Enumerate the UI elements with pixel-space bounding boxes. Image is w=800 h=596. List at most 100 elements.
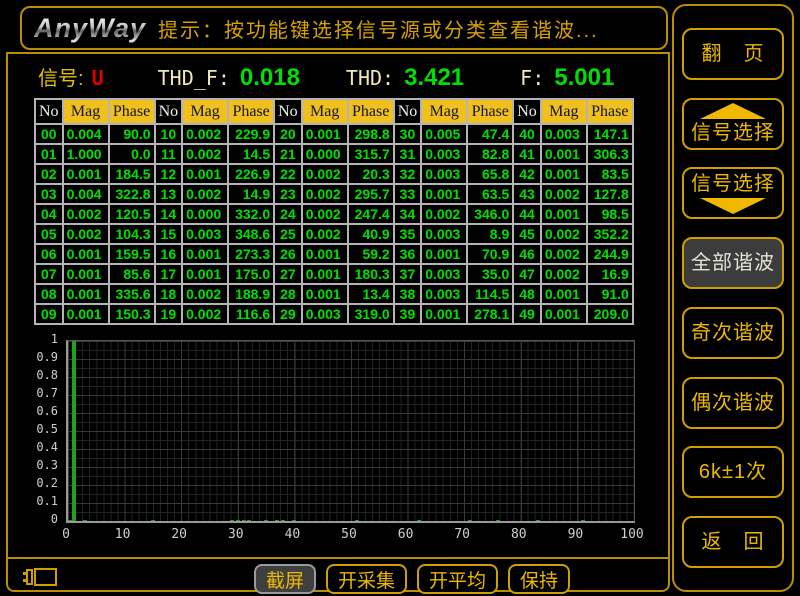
harmonic-mag-cell: 0.002 [541, 184, 587, 204]
harmonic-no-cell: 00 [35, 124, 63, 144]
table-row: 040.002120.5140.000332.0240.002247.4340.… [35, 204, 633, 224]
x-axis-tick-label: 80 [501, 527, 537, 542]
y-axis-tick-label: 0.8 [10, 368, 58, 382]
battery-icon [22, 567, 58, 587]
harmonic-no-cell: 01 [35, 144, 63, 164]
odd-harmonics-button[interactable]: 奇次谐波 [682, 307, 784, 359]
harmonic-phase-cell: 127.8 [587, 184, 633, 204]
signal-label: 信号: [38, 62, 84, 91]
harmonic-phase-cell: 16.9 [587, 264, 633, 284]
thdf-label: THD_F: [158, 66, 230, 90]
harmonic-mag-cell: 1.000 [63, 144, 109, 164]
harmonic-no-cell: 48 [513, 284, 541, 304]
harmonic-phase-cell: 335.6 [109, 284, 155, 304]
harmonic-phase-cell: 114.5 [467, 284, 513, 304]
harmonic-mag-cell: 0.003 [421, 164, 467, 184]
y-axis-tick-label: 0.9 [10, 350, 58, 364]
harmonic-mag-cell: 0.001 [541, 164, 587, 184]
col-header-phase: Phase [587, 99, 633, 124]
6k-plus-minus-1-button[interactable]: 6k±1次 [682, 446, 784, 498]
harmonic-bar [83, 520, 87, 521]
title-bar: AnyWay 提示：按功能键选择信号源或分类查看谐波... [20, 6, 668, 50]
harmonics-table-body: 000.00490.0100.002229.9200.001298.8300.0… [35, 124, 633, 324]
col-header-no: No [155, 99, 183, 124]
harmonic-no-cell: 27 [274, 264, 302, 284]
harmonic-mag-cell: 0.003 [421, 224, 467, 244]
x-axis-tick-label: 0 [48, 527, 84, 542]
harmonic-mag-cell: 0.003 [541, 124, 587, 144]
harmonic-bar [355, 520, 359, 521]
harmonic-phase-cell: 322.8 [109, 184, 155, 204]
freq-value: 5.001 [554, 64, 614, 92]
harmonic-phase-cell: 346.0 [467, 204, 513, 224]
harmonic-no-cell: 33 [394, 184, 422, 204]
harmonic-no-cell: 32 [394, 164, 422, 184]
harmonic-mag-cell: 0.005 [421, 124, 467, 144]
harmonic-mag-cell: 0.001 [302, 284, 348, 304]
sidebar: 翻 页信号选择信号选择全部谐波奇次谐波偶次谐波6k±1次返 回 [672, 4, 794, 592]
harmonic-mag-cell: 0.002 [182, 144, 228, 164]
status-row: 信号: U THD_F: 0.018 THD: 3.421 F: 5.001 [38, 62, 614, 92]
harmonic-no-cell: 02 [35, 164, 63, 184]
table-row: 050.002104.3150.003348.6250.00240.9350.0… [35, 224, 633, 244]
harmonic-mag-cell: 0.002 [541, 264, 587, 284]
harmonic-phase-cell: 98.5 [587, 204, 633, 224]
x-axis-tick-label: 90 [557, 527, 593, 542]
harmonic-phase-cell: 229.9 [228, 124, 274, 144]
harmonic-mag-cell: 0.002 [302, 224, 348, 244]
harmonic-mag-cell: 0.002 [541, 244, 587, 264]
harmonic-no-cell: 22 [274, 164, 302, 184]
harmonic-bar [417, 520, 421, 521]
thdf-value: 0.018 [240, 64, 300, 92]
harmonic-no-cell: 34 [394, 204, 422, 224]
hold-button[interactable]: 保持 [508, 564, 570, 594]
harmonic-bar [581, 520, 585, 521]
harmonic-phase-cell: 40.9 [348, 224, 394, 244]
harmonic-bar [230, 520, 234, 521]
table-row: 011.0000.0110.00214.5210.000315.7310.003… [35, 144, 633, 164]
x-axis-tick-label: 30 [218, 527, 254, 542]
harmonic-phase-cell: 13.4 [348, 284, 394, 304]
harmonic-no-cell: 46 [513, 244, 541, 264]
return-button[interactable]: 返 回 [682, 516, 784, 568]
harmonic-bar [292, 520, 296, 521]
harmonic-mag-cell: 0.003 [421, 264, 467, 284]
harmonic-no-cell: 23 [274, 184, 302, 204]
page-turn-button[interactable]: 翻 页 [682, 28, 784, 80]
all-harmonics-button[interactable]: 全部谐波 [682, 237, 784, 289]
harmonic-phase-cell: 306.3 [587, 144, 633, 164]
start-averaging-button[interactable]: 开平均 [417, 564, 498, 594]
triangle-down-icon [700, 198, 766, 214]
table-row: 060.001159.5160.001273.3260.00159.2360.0… [35, 244, 633, 264]
app-screen: AnyWay 提示：按功能键选择信号源或分类查看谐波... 信号: U THD_… [0, 0, 800, 596]
harmonic-mag-cell: 0.002 [182, 284, 228, 304]
harmonic-phase-cell: 85.6 [109, 264, 155, 284]
harmonic-phase-cell: 298.8 [348, 124, 394, 144]
table-row: 030.004322.8130.00214.9230.002295.7330.0… [35, 184, 633, 204]
harmonic-no-cell: 37 [394, 264, 422, 284]
harmonic-phase-cell: 35.0 [467, 264, 513, 284]
bottom-strip: 截屏开采集开平均保持 [8, 557, 668, 590]
start-acquisition-button[interactable]: 开采集 [326, 564, 407, 594]
harmonic-phase-cell: 315.7 [348, 144, 394, 164]
table-row: 070.00185.6170.001175.0270.001180.3370.0… [35, 264, 633, 284]
button-label: 信号选择 [691, 122, 775, 144]
harmonic-no-cell: 42 [513, 164, 541, 184]
harmonic-bar [281, 520, 285, 521]
button-label: 信号选择 [691, 173, 775, 195]
harmonic-phase-cell: 8.9 [467, 224, 513, 244]
harmonic-mag-cell: 0.003 [421, 284, 467, 304]
signal-select-down-button[interactable]: 信号选择 [682, 167, 784, 219]
harmonic-bar [247, 520, 251, 521]
signal-select-up-button[interactable]: 信号选择 [682, 98, 784, 150]
col-header-phase: Phase [109, 99, 155, 124]
harmonic-no-cell: 28 [274, 284, 302, 304]
harmonic-mag-cell: 0.001 [302, 124, 348, 144]
harmonic-no-cell: 13 [155, 184, 183, 204]
harmonic-mag-cell: 0.002 [302, 204, 348, 224]
screenshot-button[interactable]: 截屏 [254, 564, 316, 594]
even-harmonics-button[interactable]: 偶次谐波 [682, 377, 784, 429]
y-axis-tick-label: 0.4 [10, 440, 58, 454]
harmonic-mag-cell: 0.003 [421, 144, 467, 164]
harmonic-bar [236, 520, 240, 521]
